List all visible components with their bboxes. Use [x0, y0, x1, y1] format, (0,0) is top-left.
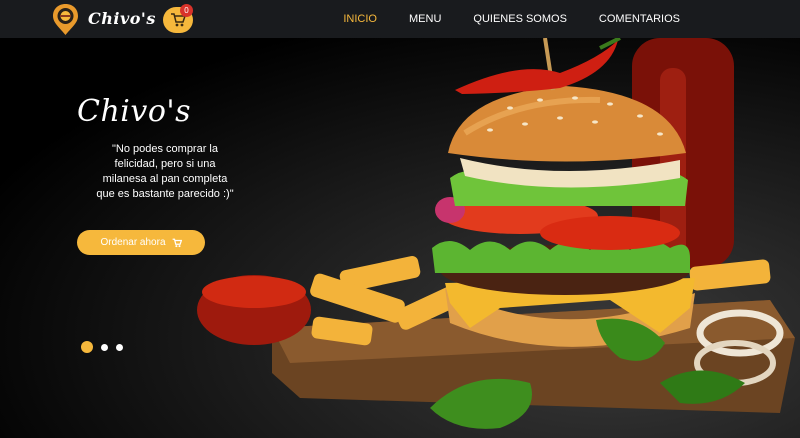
navbar: Chivo's 0 INICIO MENU QUIENES SOMOS COME… — [0, 0, 800, 38]
nav-inicio[interactable]: INICIO — [343, 13, 377, 25]
carousel-dot-1[interactable] — [81, 341, 93, 353]
cart-icon — [172, 238, 182, 247]
hero-quote: "No podes comprar la felicidad, pero si … — [96, 143, 234, 200]
cart-count-badge: 0 — [180, 4, 193, 17]
cart-button[interactable]: 0 — [163, 4, 193, 33]
carousel-indicators — [81, 341, 123, 353]
main-nav: INICIO MENU QUIENES SOMOS COMENTARIOS — [343, 0, 800, 38]
nav-menu[interactable]: MENU — [409, 13, 441, 25]
hero-title: Chivo's — [77, 94, 192, 129]
hero-banner: Chivo's "No podes comprar la felicidad, … — [0, 38, 800, 438]
carousel-dot-2[interactable] — [101, 343, 108, 351]
nav-comentarios[interactable]: COMENTARIOS — [599, 13, 680, 25]
logo-icon[interactable] — [52, 3, 79, 36]
brand-name[interactable]: Chivo's — [88, 9, 156, 28]
order-now-button[interactable]: Ordenar ahora — [77, 230, 205, 255]
order-now-label: Ordenar ahora — [100, 237, 166, 248]
nav-quienes-somos[interactable]: QUIENES SOMOS — [473, 13, 567, 25]
carousel-dot-3[interactable] — [116, 343, 123, 351]
